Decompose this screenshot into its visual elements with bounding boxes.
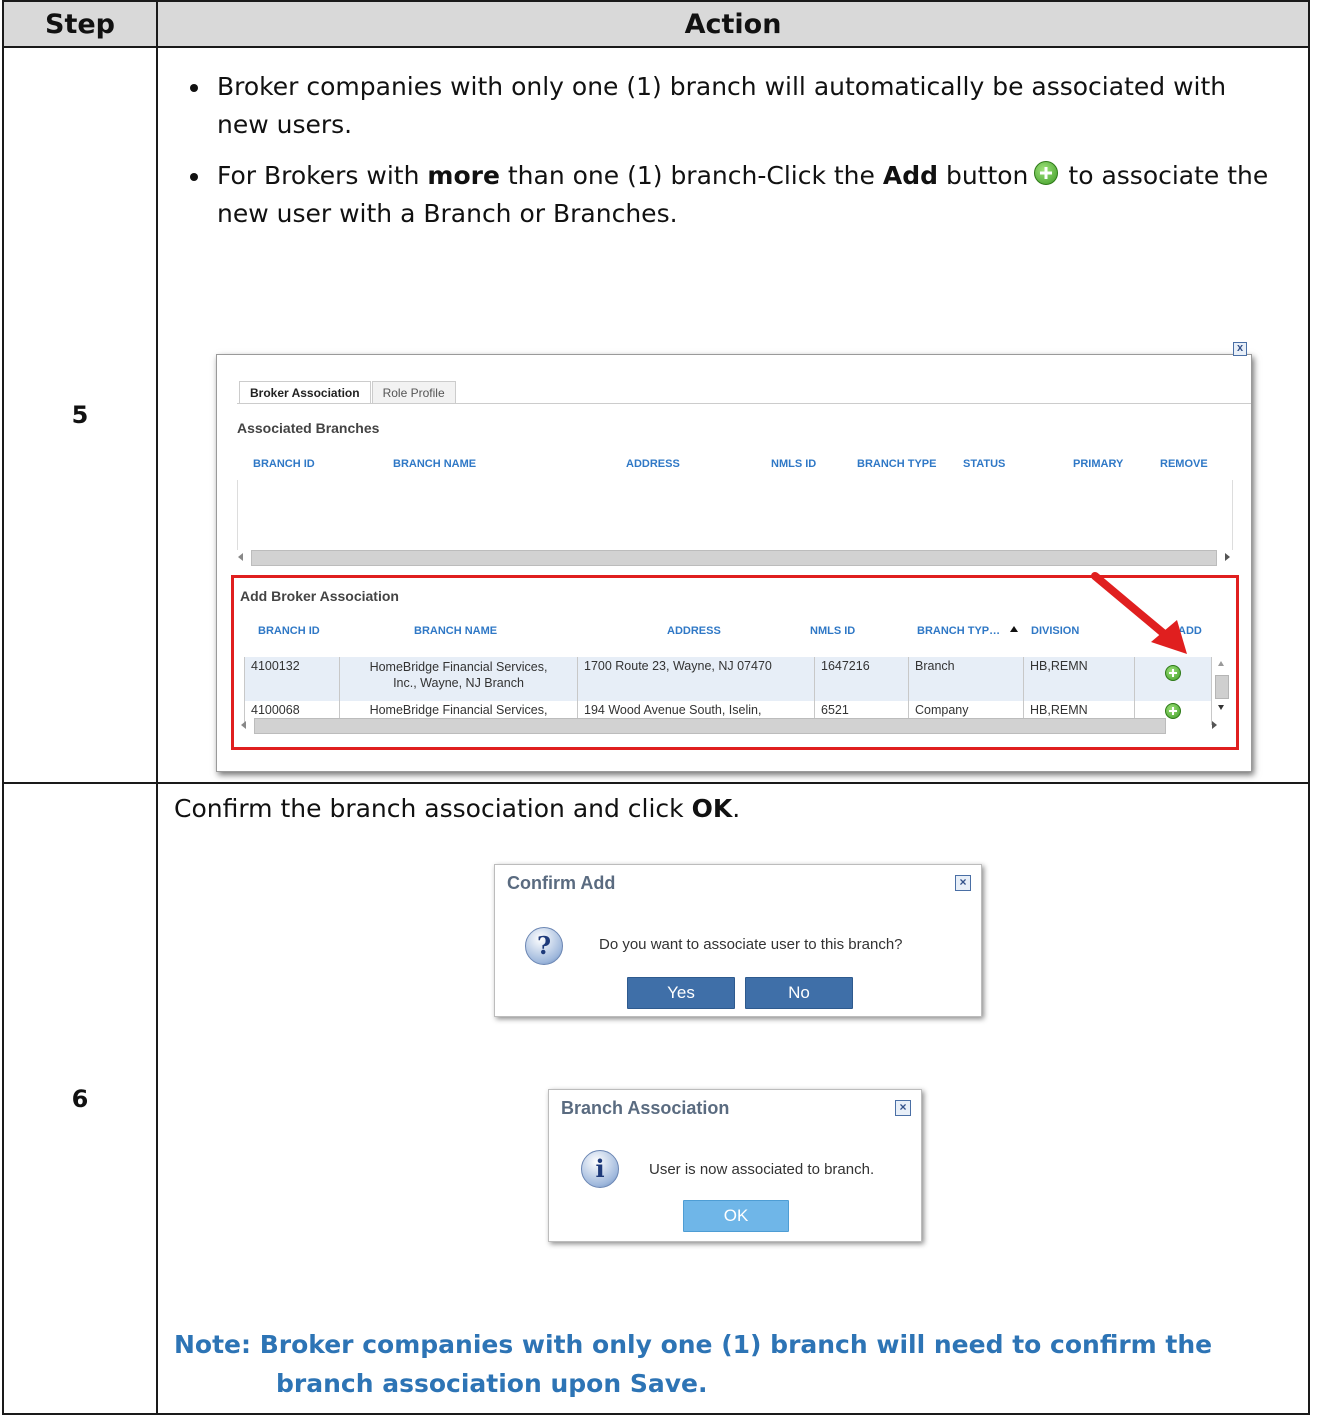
bullet-text: button [938,161,1029,190]
cell-add [1134,657,1212,701]
col-header[interactable]: ADDRESS [667,625,721,637]
highlight-box: Add Broker Association BRANCH ID BRANCH … [231,575,1239,750]
close-icon[interactable]: x [1233,342,1247,356]
bullet-text: than one (1) branch-Click the [499,161,883,190]
cell-division: HB,REMN [1023,657,1135,701]
col-header[interactable]: STATUS [963,458,1005,470]
add-broker-association-title: Add Broker Association [240,588,399,604]
step-6-intro: Confirm the branch association and click… [174,794,740,823]
horizontal-scrollbar[interactable] [238,550,1230,566]
procedure-table: Step Action 5 Broker companies with only… [2,0,1310,1415]
col-header[interactable]: BRANCH TYPE [857,458,936,470]
col-header[interactable]: PRIMARY [1073,458,1123,470]
col-header[interactable]: NMLS ID [810,625,855,637]
bullet-bold: more [427,161,500,190]
bullet-bold: Add [882,161,938,190]
dialog-message: Do you want to associate user to this br… [599,936,903,953]
step-number-6: 6 [2,782,158,1415]
tab-bar: Broker Association Role Profile [239,381,457,404]
name-line: HomeBridge Financial Services, [369,660,548,674]
associated-grid-empty [237,480,1233,550]
horizontal-scrollbar[interactable] [241,718,1217,734]
cell-type: Branch [908,657,1024,701]
branch-association-dialog: Branch Association × i User is now assoc… [548,1089,922,1242]
cell-branch-id: 4100132 [244,657,340,701]
col-header[interactable]: BRANCH TYP… [917,625,1000,637]
bullet-item: For Brokers with more than one (1) branc… [174,157,1284,233]
step-number-5: 5 [2,46,158,784]
cell-branch-name: HomeBridge Financial Services, Inc., Wayn… [339,657,578,701]
bullet-item: Broker companies with only one (1) branc… [174,68,1284,144]
bullet-text: For Brokers with [217,161,428,190]
sort-ascending-icon [1010,626,1018,632]
question-icon: ? [525,927,563,965]
header-action: Action [156,0,1310,48]
add-icon [1034,161,1059,185]
intro-bold: OK [691,794,733,823]
step-5-bullets: Broker companies with only one (1) branc… [174,68,1284,246]
info-icon: i [581,1150,619,1188]
col-header[interactable]: REMOVE [1160,458,1208,470]
step-5-row: 5 Broker companies with only one (1) bra… [2,46,1310,784]
dialog-title: Confirm Add [507,873,616,893]
bullet-text: Broker companies with only one (1) branc… [217,72,1227,139]
name-line: Inc., Wayne, NJ Branch [393,676,524,690]
yes-button[interactable]: Yes [627,977,735,1009]
dialog-title: Branch Association [561,1098,730,1118]
step-6-action: Confirm the branch association and click… [156,782,1310,1415]
step-5-action: Broker companies with only one (1) branc… [156,46,1310,784]
note-text: Note: Broker companies with only one (1)… [174,1325,1212,1403]
cell-address: 1700 Route 23, Wayne, NJ 07470 [577,657,815,701]
add-icon[interactable] [1165,703,1181,719]
cell-nmls: 1647216 [814,657,909,701]
close-icon[interactable]: × [955,875,971,891]
table-row[interactable]: 4100132 HomeBridge Financial Services, In… [244,657,1212,701]
tab-role-profile[interactable]: Role Profile [371,381,456,404]
intro-text: Confirm the branch association and click [174,794,692,823]
col-header[interactable]: BRANCH ID [253,458,315,470]
col-header[interactable]: BRANCH NAME [393,458,476,470]
col-header[interactable]: NMLS ID [771,458,816,470]
no-button[interactable]: No [745,977,853,1009]
note-line: branch association upon Save. [276,1369,708,1398]
confirm-add-dialog: Confirm Add × ? Do you want to associate… [494,864,982,1017]
vertical-scrollbar[interactable] [1214,657,1229,715]
dialog-message: User is now associated to branch. [649,1161,875,1178]
note-line: Note: Broker companies with only one (1)… [174,1330,1213,1359]
red-arrow-icon [1091,572,1187,654]
associated-branches-title: Associated Branches [237,420,380,436]
header-step: Step [2,0,158,48]
tab-broker-association[interactable]: Broker Association [239,381,371,404]
add-icon[interactable] [1165,665,1181,681]
table-header-row: Step Action [2,0,1310,48]
close-icon[interactable]: × [895,1100,911,1116]
step-6-row: 6 Confirm the branch association and cli… [2,782,1310,1415]
col-header[interactable]: ADDRESS [626,458,680,470]
branch-grid: 4100132 HomeBridge Financial Services, In… [244,657,1212,725]
col-header[interactable]: BRANCH ID [258,625,320,637]
intro-text: . [732,794,741,823]
col-header[interactable]: DIVISION [1031,625,1079,637]
ok-button[interactable]: OK [683,1200,789,1232]
col-header[interactable]: BRANCH NAME [414,625,497,637]
broker-association-screenshot: x Broker Association Role Profile Associa… [216,342,1252,772]
